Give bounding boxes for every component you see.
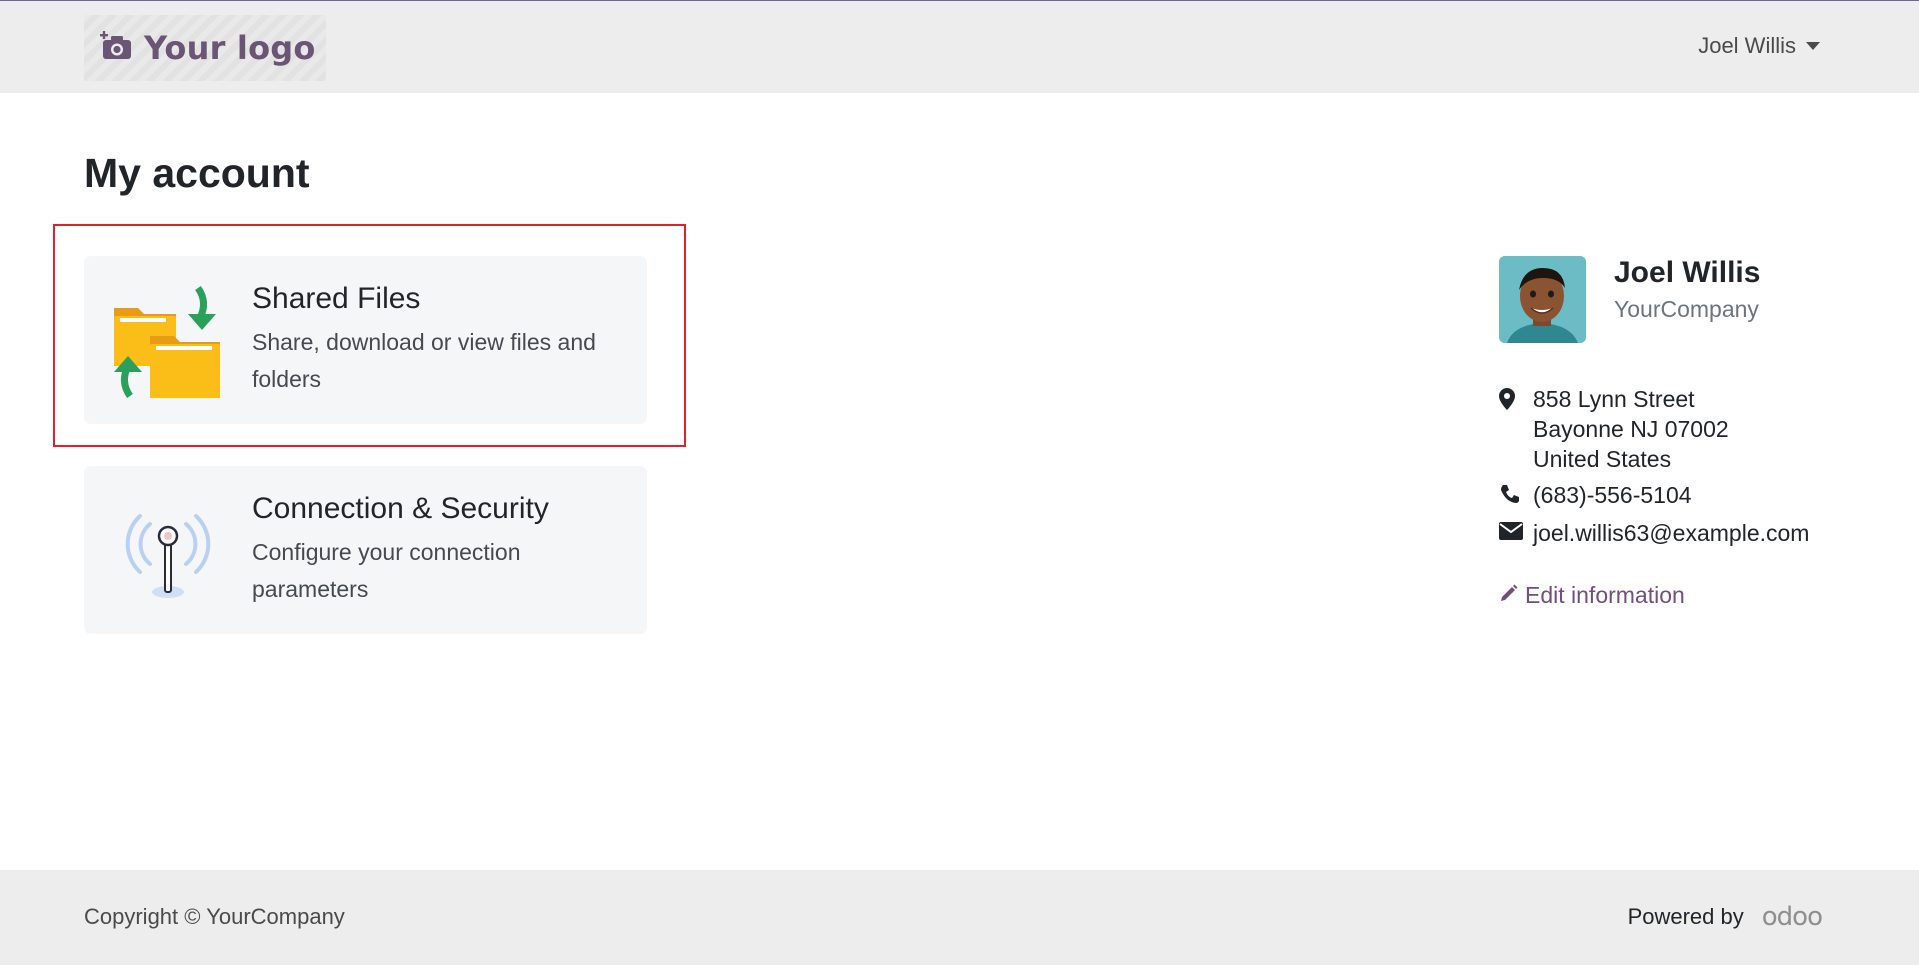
- card-description: Configure your connection parameters: [252, 539, 521, 602]
- avatar: [1499, 256, 1586, 343]
- phone-row: (683)-556-5104: [1499, 480, 1692, 510]
- pencil-icon: [1499, 582, 1519, 609]
- email-address: joel.willis63@example.com: [1533, 520, 1810, 546]
- user-name: Joel Willis: [1698, 33, 1796, 58]
- caret-down-icon: [1806, 42, 1820, 50]
- powered-by: Powered by odoo: [1627, 902, 1823, 932]
- shared-files-card[interactable]: Shared Files Share, download or view fil…: [84, 256, 647, 424]
- camera-icon: [100, 30, 134, 66]
- copyright-text: Copyright © YourCompany: [84, 904, 345, 929]
- header: Your logo Joel Willis: [0, 1, 1919, 93]
- phone-icon: [1499, 480, 1533, 504]
- shared-folders-icon: [110, 282, 226, 400]
- odoo-logo[interactable]: odoo: [1762, 902, 1823, 932]
- address-row: 858 Lynn Street Bayonne NJ 07002 United …: [1499, 384, 1729, 474]
- address-line: Bayonne NJ 07002: [1533, 416, 1729, 442]
- footer: Copyright © YourCompany Powered by odoo: [0, 870, 1919, 965]
- logo[interactable]: Your logo: [84, 15, 326, 81]
- powered-by-label: Powered by: [1627, 904, 1744, 929]
- antenna-signal-icon: [110, 492, 226, 608]
- email-row: joel.willis63@example.com: [1499, 518, 1809, 548]
- edit-information-label: Edit information: [1525, 582, 1685, 608]
- card-description: Share, download or view files and folder…: [252, 329, 596, 392]
- address-line: United States: [1533, 446, 1672, 472]
- card-title: Shared Files: [252, 282, 421, 315]
- map-marker-icon: [1499, 384, 1533, 410]
- user-menu-toggle[interactable]: Joel Willis: [1698, 33, 1820, 59]
- page-title: My account: [84, 150, 310, 196]
- address-line: 858 Lynn Street: [1533, 386, 1695, 412]
- logo-text: Your logo: [144, 29, 316, 67]
- connection-security-card[interactable]: Connection & Security Configure your con…: [84, 466, 647, 634]
- profile-company: YourCompany: [1614, 296, 1759, 322]
- profile-name: Joel Willis: [1614, 256, 1761, 289]
- phone-number: (683)-556-5104: [1533, 482, 1692, 508]
- card-title: Connection & Security: [252, 492, 549, 525]
- envelope-icon: [1499, 518, 1533, 540]
- edit-information-link[interactable]: Edit information: [1499, 582, 1685, 609]
